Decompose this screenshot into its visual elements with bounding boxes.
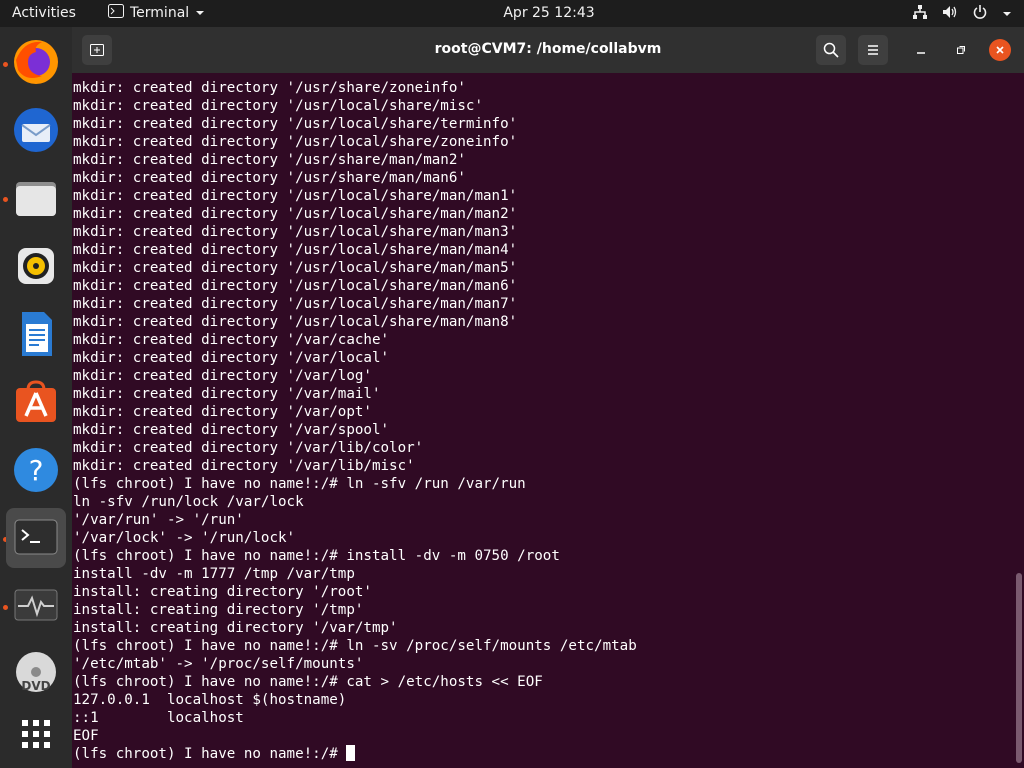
- thunderbird-launcher[interactable]: [6, 100, 66, 160]
- close-button[interactable]: [989, 39, 1011, 61]
- terminal-line: mkdir: created directory '/var/cache': [73, 332, 390, 348]
- terminal-launcher[interactable]: [6, 508, 66, 568]
- terminal-text: mkdir: created directory '/usr/share/zon…: [73, 79, 1003, 763]
- terminal-line: install: creating directory '/var/tmp': [73, 620, 398, 636]
- activity-monitor-icon: [14, 589, 58, 621]
- terminal-line: mkdir: created directory '/usr/local/sha…: [73, 242, 518, 258]
- terminal-line: (lfs chroot) I have no name!:/# ln -sv /…: [73, 638, 637, 654]
- terminal-line: 127.0.0.1 localhost $(hostname): [73, 692, 347, 708]
- terminal-line: mkdir: created directory '/usr/local/sha…: [73, 296, 518, 312]
- show-applications-button[interactable]: [6, 704, 66, 764]
- terminal-prompt: (lfs chroot) I have no name!:/#: [73, 746, 347, 762]
- terminal-line: mkdir: created directory '/var/local': [73, 350, 390, 366]
- search-icon: [823, 42, 839, 58]
- svg-text:DVD: DVD: [21, 679, 50, 693]
- software-launcher[interactable]: [6, 372, 66, 432]
- network-icon[interactable]: [912, 4, 928, 24]
- hamburger-icon: [868, 45, 878, 55]
- firefox-launcher[interactable]: [6, 32, 66, 92]
- writer-launcher[interactable]: [6, 304, 66, 364]
- header-bar: root@CVM7: /home/collabvm: [72, 27, 1024, 73]
- clock[interactable]: Apr 25 12:43: [0, 5, 1024, 21]
- svg-text:?: ?: [29, 454, 44, 487]
- scrollbar-thumb[interactable]: [1016, 573, 1022, 763]
- terminal-line: mkdir: created directory '/usr/local/sha…: [73, 116, 518, 132]
- close-icon: [996, 46, 1004, 54]
- text-cursor: [346, 745, 356, 761]
- system-monitor-launcher[interactable]: [6, 576, 66, 636]
- terminal-icon: [14, 519, 58, 555]
- restore-icon: [957, 46, 965, 54]
- search-button[interactable]: [816, 35, 846, 65]
- power-icon[interactable]: [972, 4, 988, 24]
- terminal-line: mkdir: created directory '/var/spool': [73, 422, 390, 438]
- terminal-window: root@CVM7: /home/collabvm mkdir: created…: [72, 27, 1024, 768]
- chevron-down-icon[interactable]: [1002, 6, 1012, 22]
- volume-icon[interactable]: [942, 4, 958, 24]
- thunderbird-icon: [14, 108, 58, 152]
- terminal-line: '/etc/mtab' -> '/proc/self/mounts': [73, 656, 364, 672]
- dvd-icon: DVD: [16, 652, 56, 693]
- terminal-line: mkdir: created directory '/usr/local/sha…: [73, 224, 518, 240]
- terminal-line: install: creating directory '/tmp': [73, 602, 364, 618]
- minimize-icon: [917, 52, 925, 54]
- terminal-line: mkdir: created directory '/usr/local/sha…: [73, 260, 518, 276]
- terminal-line: mkdir: created directory '/var/log': [73, 368, 372, 384]
- help-icon: ?: [14, 448, 58, 492]
- terminal-line: mkdir: created directory '/usr/share/man…: [73, 170, 466, 186]
- terminal-line: install -dv -m 1777 /tmp /var/tmp: [73, 566, 355, 582]
- rhythmbox-launcher[interactable]: [6, 236, 66, 296]
- speaker-icon: [18, 248, 54, 284]
- terminal-line: '/var/run' -> '/run': [73, 512, 244, 528]
- terminal-line: (lfs chroot) I have no name!:/# install …: [73, 548, 560, 564]
- top-bar: Activities Terminal Apr 25 12:43: [0, 0, 1024, 27]
- minimize-button[interactable]: [910, 39, 932, 61]
- terminal-line: ln -sfv /run/lock /var/lock: [73, 494, 304, 510]
- terminal-line: '/var/lock' -> '/run/lock': [73, 530, 296, 546]
- terminal-line: mkdir: created directory '/var/opt': [73, 404, 372, 420]
- maximize-button[interactable]: [950, 39, 972, 61]
- terminal-line: (lfs chroot) I have no name!:/# cat > /e…: [73, 674, 543, 690]
- help-launcher[interactable]: ?: [6, 440, 66, 500]
- folder-icon: [16, 182, 56, 216]
- terminal-line: mkdir: created directory '/usr/local/sha…: [73, 134, 518, 150]
- terminal-line: install: creating directory '/root': [73, 584, 372, 600]
- terminal-line: mkdir: created directory '/usr/local/sha…: [73, 98, 483, 114]
- terminal-line: mkdir: created directory '/usr/share/zon…: [73, 80, 466, 96]
- system-tray[interactable]: [912, 4, 1012, 24]
- terminal-output[interactable]: mkdir: created directory '/usr/share/zon…: [72, 73, 1012, 768]
- terminal-line: mkdir: created directory '/usr/share/man…: [73, 152, 466, 168]
- menu-button[interactable]: [858, 35, 888, 65]
- files-launcher[interactable]: [6, 168, 66, 228]
- terminal-line: mkdir: created directory '/usr/local/sha…: [73, 314, 518, 330]
- terminal-line: mkdir: created directory '/var/mail': [73, 386, 381, 402]
- terminal-prompt-line: (lfs chroot) I have no name!:/#: [73, 745, 1003, 763]
- firefox-icon: [14, 40, 58, 84]
- document-icon: [22, 312, 52, 356]
- app-grid-icon: [22, 720, 50, 748]
- shopping-bag-icon: [16, 380, 56, 422]
- terminal-line: (lfs chroot) I have no name!:/# ln -sfv …: [73, 476, 526, 492]
- dock: ? DVD: [0, 27, 72, 768]
- terminal-line: EOF: [73, 728, 99, 744]
- scrollbar[interactable]: [1012, 73, 1024, 768]
- terminal-line: mkdir: created directory '/usr/local/sha…: [73, 206, 518, 222]
- terminal-line: mkdir: created directory '/usr/local/sha…: [73, 278, 518, 294]
- dvd-launcher[interactable]: DVD: [6, 644, 66, 704]
- terminal-line: ::1 localhost: [73, 710, 244, 726]
- terminal-line: mkdir: created directory '/usr/local/sha…: [73, 188, 518, 204]
- terminal-line: mkdir: created directory '/var/lib/misc': [73, 458, 415, 474]
- terminal-line: mkdir: created directory '/var/lib/color…: [73, 440, 424, 456]
